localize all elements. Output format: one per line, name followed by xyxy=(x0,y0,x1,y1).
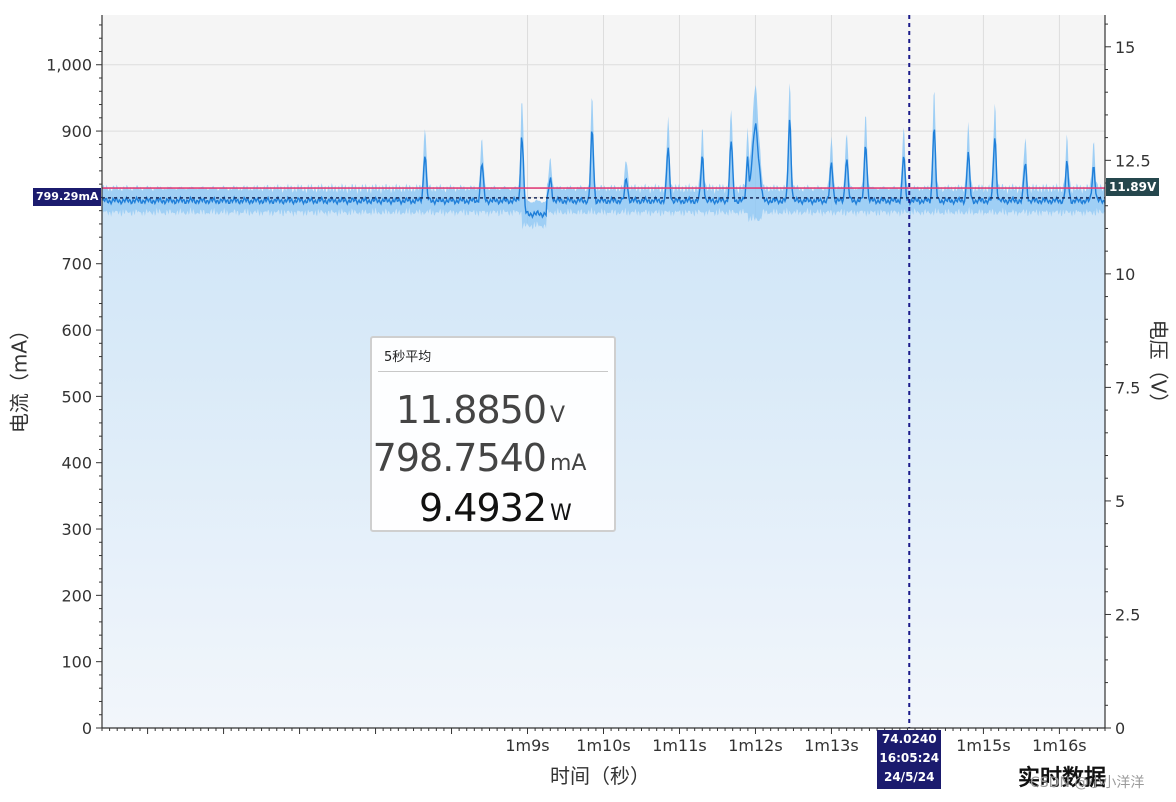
y-left-tick-label: 700 xyxy=(61,255,92,274)
y-right-tick-label: 15 xyxy=(1115,38,1135,57)
x-tick-label: 1m12s xyxy=(728,736,782,755)
y-left-tick-label: 500 xyxy=(61,387,92,406)
y-left-tick-label: 0 xyxy=(82,719,92,738)
y-right-tick-label: 12.5 xyxy=(1115,151,1151,170)
y-left-tick-label: 200 xyxy=(61,586,92,605)
y-axis-right-title: 电压（V） xyxy=(1146,319,1171,414)
y-left-tick-label: 100 xyxy=(61,653,92,672)
stat-voltage-row: 11.8850 V xyxy=(372,388,612,432)
five-second-average-panel: 5秒平均 11.8850 V 798.7540 mA 9.4932 W xyxy=(370,336,616,532)
stat-current-unit: mA xyxy=(550,451,587,476)
stat-voltage-unit: V xyxy=(550,403,566,428)
y-axis-left-title: 电流（mA） xyxy=(7,319,32,434)
x-tick-label: 1m16s xyxy=(1032,736,1086,755)
y-right-tick-label: 10 xyxy=(1115,265,1135,284)
cursor-clock: 16:05:24 xyxy=(879,751,940,765)
stat-power-unit: W xyxy=(550,501,572,526)
stats-divider xyxy=(378,371,608,372)
stat-power-value: 9.4932 xyxy=(419,486,547,530)
stat-current-value: 798.7540 xyxy=(372,436,547,480)
x-tick-label: 1m10s xyxy=(576,736,630,755)
stat-power-row: 9.4932 W xyxy=(372,486,612,530)
y-left-tick-label: 400 xyxy=(61,454,92,473)
y-right-tick-label: 2.5 xyxy=(1115,605,1140,624)
stat-voltage-value: 11.8850 xyxy=(395,388,547,432)
y-right-tick-label: 5 xyxy=(1115,492,1125,511)
stats-title: 5秒平均 xyxy=(384,350,432,365)
stat-current-row: 798.7540 mA xyxy=(372,436,612,480)
x-tick-label: 1m9s xyxy=(505,736,549,755)
x-axis-title: 时间（秒） xyxy=(550,764,650,788)
x-tick-label: 1m15s xyxy=(956,736,1010,755)
x-tick-label: 1m13s xyxy=(804,736,858,755)
y-left-tick-label: 900 xyxy=(61,122,92,141)
y-left-tick-label: 300 xyxy=(61,520,92,539)
y-left-tick-label: 600 xyxy=(61,321,92,340)
cursor-readout[interactable]: 74.0240 16:05:24 24/5/24 xyxy=(877,730,942,789)
credit-watermark: CSDN @小小洋洋 xyxy=(1030,775,1145,791)
voltage-average-tag: 11.89V xyxy=(1106,178,1160,196)
y-right-tick-label: 0 xyxy=(1115,719,1125,738)
cursor-time-value: 74.0240 xyxy=(881,732,937,746)
x-tick-label: 1m11s xyxy=(652,736,706,755)
y-left-tick-label: 1,000 xyxy=(46,56,92,75)
y-right-tick-label: 7.5 xyxy=(1115,378,1140,397)
current-average-tag: 799.29mA xyxy=(33,188,102,206)
cursor-date: 24/5/24 xyxy=(883,770,935,784)
